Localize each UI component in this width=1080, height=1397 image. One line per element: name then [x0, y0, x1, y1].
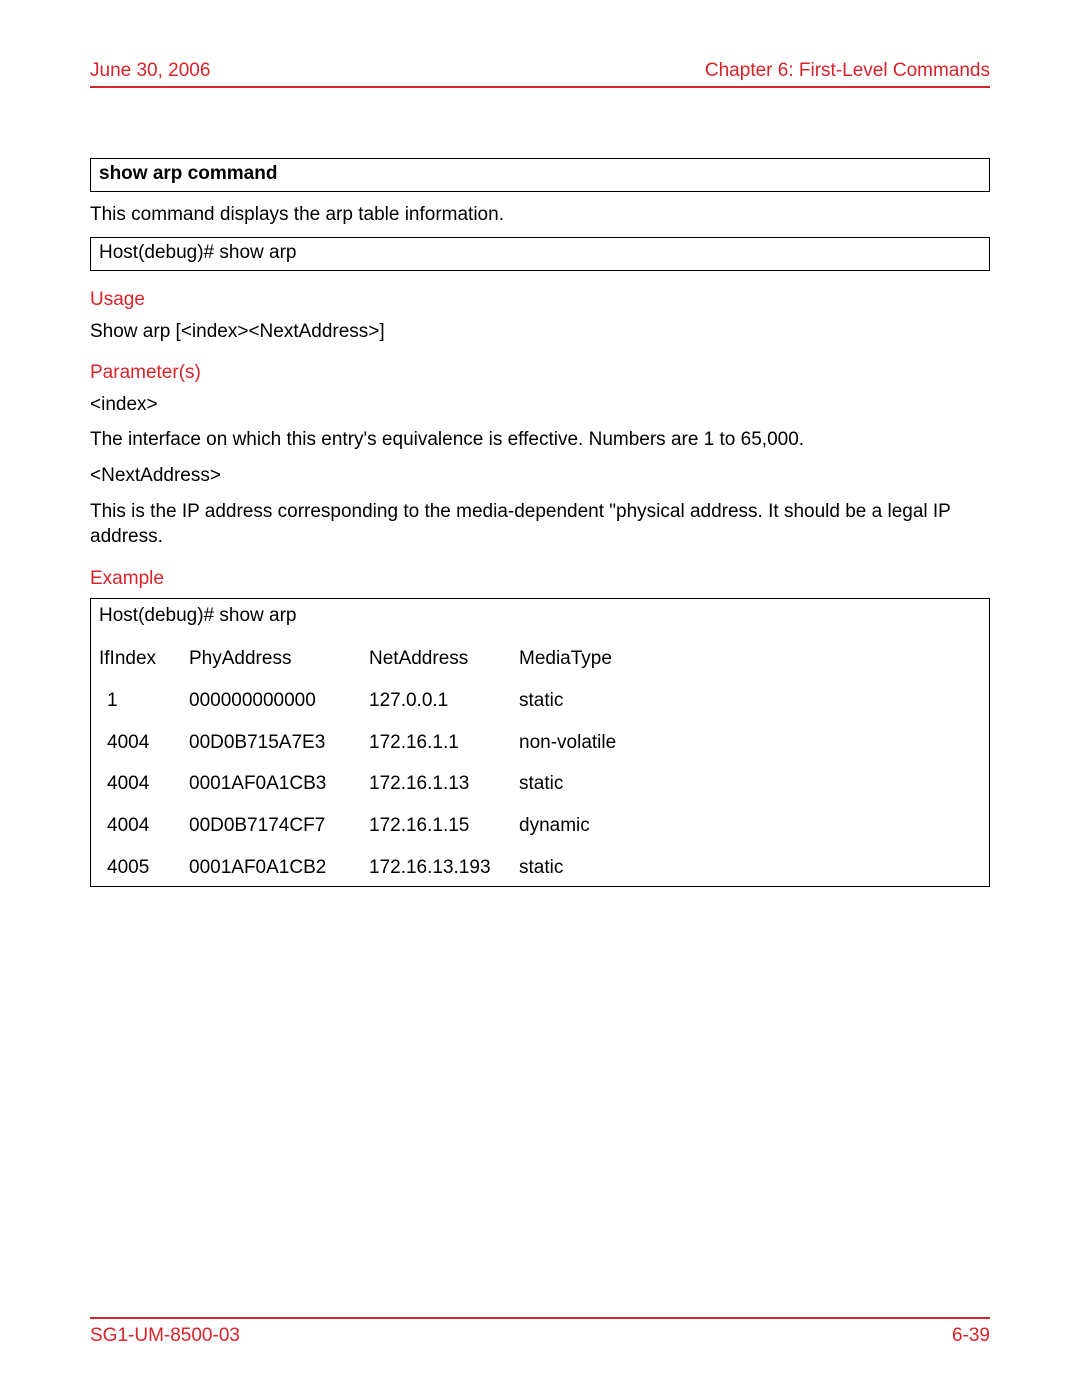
cell-netaddress: 127.0.0.1	[369, 688, 519, 714]
page-content: show arp command This command displays t…	[90, 88, 990, 887]
example-cmd: Host(debug)# show arp	[99, 603, 981, 639]
command-title: show arp command	[99, 163, 277, 184]
col-netaddress: NetAddress	[369, 646, 519, 672]
cell-mediatype: dynamic	[519, 813, 679, 839]
usage-syntax: Show arp [<index><NextAddress>]	[90, 319, 990, 345]
cell-mediatype: static	[519, 771, 679, 797]
table-row: 4004 00D0B7174CF7 172.16.1.15 dynamic	[99, 805, 981, 847]
parameters-heading: Parameter(s)	[90, 360, 990, 386]
table-row: 4005 0001AF0A1CB2 172.16.13.193 static	[99, 847, 981, 881]
footer-docid: SG1-UM-8500-03	[90, 1325, 240, 1347]
cell-ifindex: 4004	[99, 813, 189, 839]
page-header: June 30, 2006 Chapter 6: First-Level Com…	[90, 60, 990, 88]
cell-mediatype: static	[519, 855, 679, 881]
cell-phyaddress: 0001AF0A1CB2	[189, 855, 369, 881]
cell-netaddress: 172.16.1.13	[369, 771, 519, 797]
page: June 30, 2006 Chapter 6: First-Level Com…	[0, 0, 1080, 1397]
table-row: 4004 00D0B715A7E3 172.16.1.1 non-volatil…	[99, 722, 981, 764]
cell-phyaddress: 00D0B715A7E3	[189, 730, 369, 756]
param-nextaddress-desc: This is the IP address corresponding to …	[90, 499, 990, 550]
usage-heading: Usage	[90, 287, 990, 313]
cell-ifindex: 4004	[99, 730, 189, 756]
header-chapter: Chapter 6: First-Level Commands	[705, 60, 990, 82]
cell-phyaddress: 000000000000	[189, 688, 369, 714]
col-mediatype: MediaType	[519, 646, 679, 672]
footer-pagenum: 6-39	[952, 1325, 990, 1347]
col-phyaddress: PhyAddress	[189, 646, 369, 672]
page-footer: SG1-UM-8500-03 6-39	[90, 1317, 990, 1347]
cell-ifindex: 1	[99, 688, 189, 714]
cell-mediatype: non-volatile	[519, 730, 679, 756]
param-index-name: <index>	[90, 392, 990, 418]
cell-mediatype: static	[519, 688, 679, 714]
cell-netaddress: 172.16.13.193	[369, 855, 519, 881]
cell-netaddress: 172.16.1.15	[369, 813, 519, 839]
cell-phyaddress: 00D0B7174CF7	[189, 813, 369, 839]
cell-ifindex: 4005	[99, 855, 189, 881]
command-title-box: show arp command	[90, 158, 990, 192]
example-header-row: IfIndex PhyAddress NetAddress MediaType	[99, 638, 981, 680]
command-description: This command displays the arp table info…	[90, 202, 990, 228]
header-date: June 30, 2006	[90, 60, 210, 82]
param-index-desc: The interface on which this entry's equi…	[90, 427, 990, 453]
col-ifindex: IfIndex	[99, 646, 189, 672]
table-row: 4004 0001AF0A1CB3 172.16.1.13 static	[99, 763, 981, 805]
example-output-box: Host(debug)# show arp IfIndex PhyAddress…	[90, 598, 990, 887]
cell-ifindex: 4004	[99, 771, 189, 797]
table-row: 1 000000000000 127.0.0.1 static	[99, 680, 981, 722]
command-prompt-box: Host(debug)# show arp	[90, 237, 990, 271]
command-prompt: Host(debug)# show arp	[99, 242, 297, 263]
cell-netaddress: 172.16.1.1	[369, 730, 519, 756]
param-nextaddress-name: <NextAddress>	[90, 463, 990, 489]
cell-phyaddress: 0001AF0A1CB3	[189, 771, 369, 797]
example-heading: Example	[90, 566, 990, 592]
